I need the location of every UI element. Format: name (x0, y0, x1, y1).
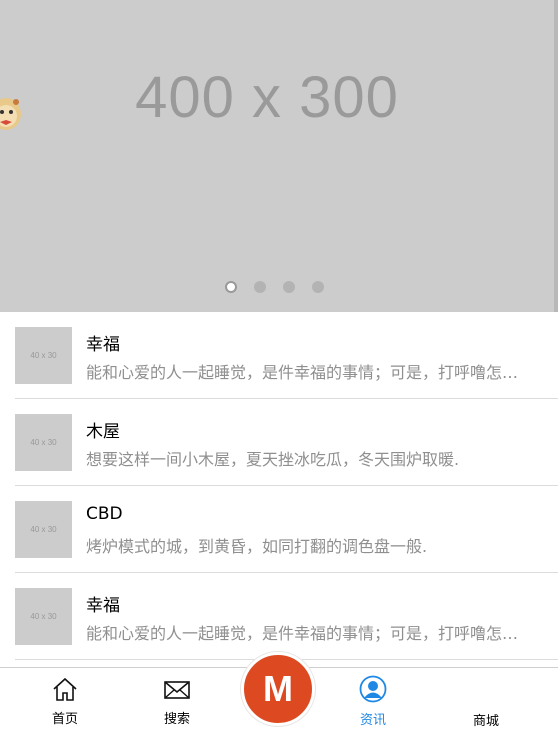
tab-mall[interactable]: 商城 (446, 668, 526, 739)
tab-search[interactable]: 搜索 (137, 668, 217, 739)
item-description: 烤炉模式的城，到黄昏，如同打翻的调色盘一般. (86, 537, 428, 556)
pagination-dot-4[interactable] (312, 281, 324, 293)
pagination-dot-2[interactable] (254, 281, 266, 293)
pagination-dot-1[interactable] (225, 281, 237, 293)
tab-search-label: 搜索 (163, 712, 190, 727)
tab-home[interactable]: 首页 (25, 668, 105, 739)
slide-placeholder-text: 400 x 300 (135, 65, 399, 130)
item-title: 木屋 (86, 422, 120, 442)
tab-mall-label: 商城 (472, 714, 499, 729)
slider-edge (554, 0, 558, 312)
center-action-button[interactable]: M (241, 652, 315, 726)
thumbnail-placeholder: 40 x 30 (15, 414, 72, 471)
item-title: 幸福 (86, 335, 120, 355)
user-circle-icon (359, 675, 387, 703)
list-item[interactable]: 40 x 30 幸福 能和心爱的人一起睡觉，是件幸福的事情；可是，打呼噜怎么办？ (0, 573, 558, 660)
thumbnail-placeholder: 40 x 30 (15, 588, 72, 645)
item-description: 能和心爱的人一起睡觉，是件幸福的事情；可是，打呼噜怎么办？ (86, 363, 526, 382)
thumbnail-placeholder: 40 x 30 (15, 327, 72, 384)
pagination-dot-3[interactable] (283, 281, 295, 293)
home-icon (53, 677, 77, 701)
image-slider[interactable]: 400 x 300 (0, 0, 558, 312)
thumbnail-placeholder: 40 x 30 (15, 501, 72, 558)
tab-home-label: 首页 (51, 712, 78, 727)
tab-news-label: 资讯 (359, 713, 386, 728)
list-item[interactable]: 40 x 30 木屋 想要这样一间小木屋，夏天挫冰吃瓜，冬天围炉取暖. (0, 399, 558, 486)
item-title: CBD (86, 504, 123, 524)
list-item[interactable]: 40 x 30 幸福 能和心爱的人一起睡觉，是件幸福的事情；可是，打呼噜怎么办？ (0, 312, 558, 399)
mail-icon (164, 681, 190, 699)
news-list: 40 x 30 幸福 能和心爱的人一起睡觉，是件幸福的事情；可是，打呼噜怎么办？… (0, 312, 558, 660)
item-description: 想要这样一间小木屋，夏天挫冰吃瓜，冬天围炉取暖. (86, 450, 460, 469)
tab-news[interactable]: 资讯 (333, 668, 413, 739)
list-item[interactable]: 40 x 30 CBD 烤炉模式的城，到黄昏，如同打翻的调色盘一般. (0, 486, 558, 573)
item-description: 能和心爱的人一起睡觉，是件幸福的事情；可是，打呼噜怎么办？ (86, 624, 526, 643)
item-title: 幸福 (86, 596, 120, 616)
slider-pagination (225, 281, 324, 293)
